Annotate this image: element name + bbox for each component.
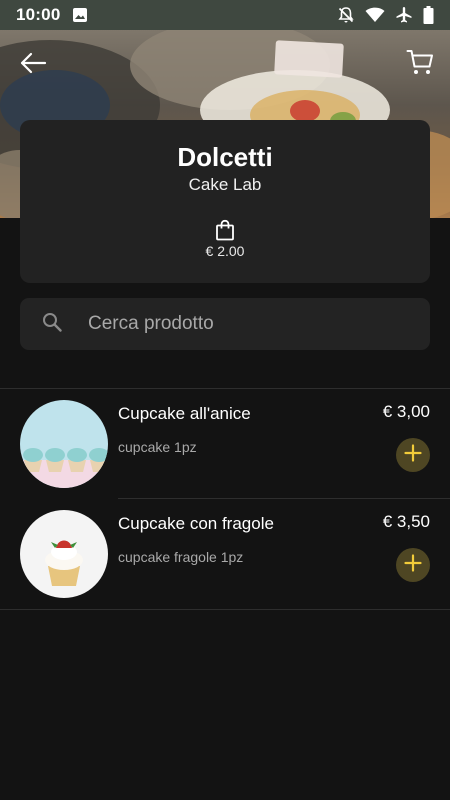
plus-icon xyxy=(404,443,422,467)
product-image xyxy=(20,400,108,488)
cart-icon[interactable] xyxy=(406,48,434,81)
shop-name: Dolcetti xyxy=(177,142,273,172)
minimum-order: € 2.00 xyxy=(205,243,245,259)
list-divider xyxy=(0,609,450,610)
shopping-bag-icon xyxy=(214,219,236,241)
product-name: Cupcake all'anice xyxy=(118,404,251,423)
image-icon xyxy=(72,7,88,23)
shop-subtitle: Cake Lab xyxy=(188,175,262,194)
notifications-off-icon xyxy=(337,6,355,24)
search-bar[interactable]: Cerca prodotto xyxy=(20,298,430,350)
battery-icon xyxy=(423,6,434,24)
product-price: € 3,50 xyxy=(382,512,430,531)
product-name: Cupcake con fragole xyxy=(118,514,274,533)
airplane-icon xyxy=(395,6,413,24)
search-input[interactable]: Cerca prodotto xyxy=(88,313,214,335)
product-row[interactable]: Cupcake all'anice cupcake 1pz € 3,00 xyxy=(0,389,450,499)
product-description: cupcake fragole 1pz xyxy=(118,549,244,565)
status-bar: 10:00 xyxy=(0,0,450,30)
add-to-cart-button[interactable] xyxy=(396,438,430,472)
product-price: € 3,00 xyxy=(382,402,430,421)
status-time: 10:00 xyxy=(16,5,61,24)
wifi-icon xyxy=(365,7,385,23)
product-image xyxy=(20,510,108,598)
product-row[interactable]: Cupcake con fragole cupcake fragole 1pz … xyxy=(0,499,450,609)
back-arrow-icon[interactable] xyxy=(18,48,48,83)
product-description: cupcake 1pz xyxy=(118,439,197,455)
plus-icon xyxy=(404,553,422,577)
search-icon xyxy=(42,312,62,337)
add-to-cart-button[interactable] xyxy=(396,548,430,582)
shop-header-card: Dolcetti Cake Lab € 2.00 xyxy=(20,120,430,283)
